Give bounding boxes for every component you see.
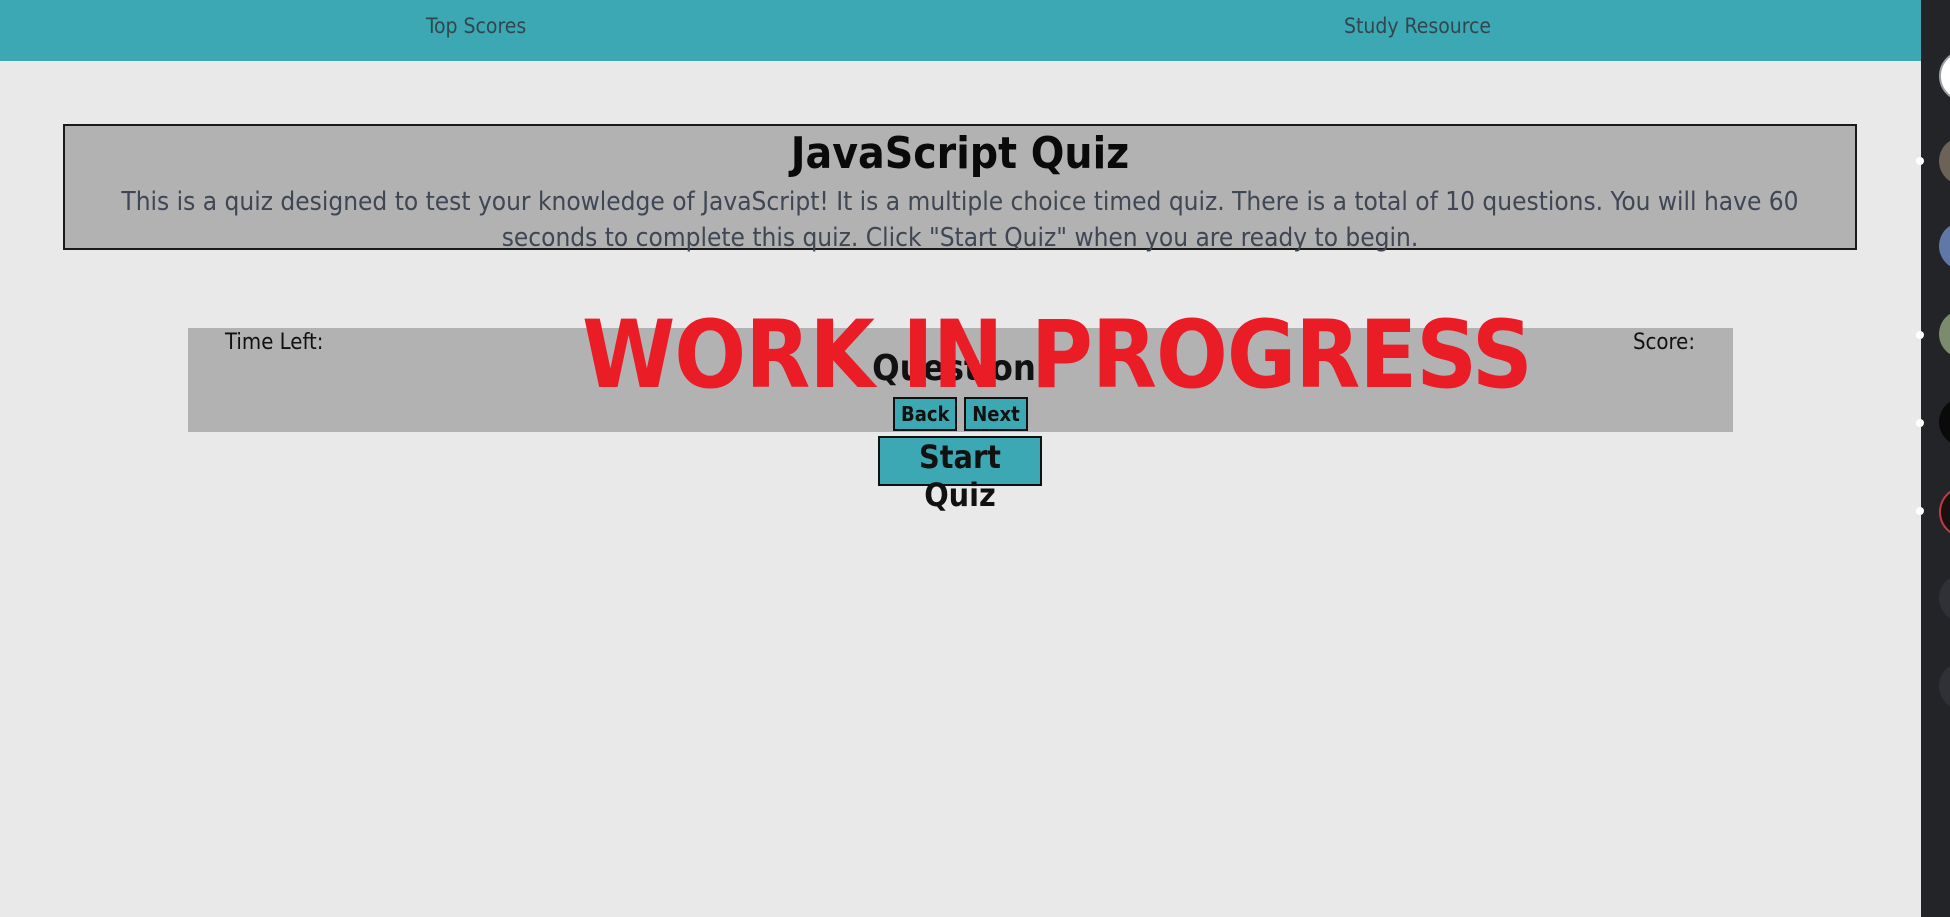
avatar[interactable]	[1939, 574, 1950, 622]
unread-dot	[1916, 157, 1924, 165]
quiz-panel: Time Left: Score: Question: Back Next	[188, 328, 1733, 432]
unread-dot	[1916, 507, 1924, 515]
unread-dot	[1916, 419, 1924, 427]
intro-box: JavaScript Quiz This is a quiz designed …	[63, 124, 1857, 253]
server-icon[interactable]	[1939, 50, 1950, 102]
question-label: Question:	[872, 348, 1049, 389]
top-nav: Top Scores Study Resource	[0, 0, 1921, 61]
avatar[interactable]	[1939, 310, 1950, 358]
start-quiz-button[interactable]: Start Quiz	[878, 436, 1042, 514]
quiz-description: This is a quiz designed to test your kno…	[121, 187, 1799, 253]
avatar[interactable]	[1939, 398, 1950, 446]
avatar[interactable]	[1939, 222, 1950, 270]
unread-dot	[1916, 331, 1924, 339]
avatar[interactable]	[1939, 137, 1950, 185]
study-resource-link[interactable]: Study Resource	[1344, 14, 1491, 38]
page: Top Scores Study Resource JavaScript Qui…	[0, 0, 1921, 917]
avatar[interactable]	[1939, 486, 1950, 538]
avatar[interactable]	[1939, 662, 1950, 710]
server-sidebar	[1916, 0, 1950, 917]
back-button[interactable]: Back	[893, 397, 957, 431]
top-scores-link[interactable]: Top Scores	[426, 14, 526, 38]
page-title: JavaScript Quiz	[790, 128, 1130, 179]
next-button[interactable]: Next	[964, 397, 1028, 431]
